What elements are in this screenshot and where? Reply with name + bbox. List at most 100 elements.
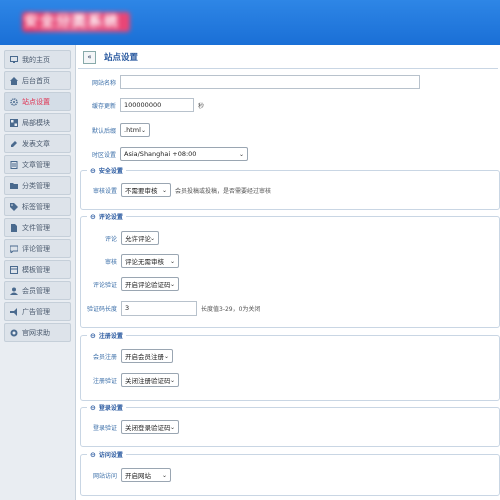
template-icon [9, 265, 18, 274]
title-divider [78, 68, 498, 69]
comment-label: 评论 [104, 235, 117, 243]
sidebar-item-label: 模板管理 [22, 265, 50, 274]
cache-input[interactable] [120, 98, 194, 112]
logo-text: 安全分类系统 [24, 14, 120, 30]
member-register-row: 会员注册 开启会员注册 ⌄ [79, 348, 173, 364]
comment-title-text: 评论设置 [98, 214, 123, 221]
access-section: ⊖ 访问设置 网站访问 开启网站 ⌄ [79, 450, 500, 496]
minus-circle-icon[interactable]: ⊖ [90, 167, 96, 175]
chevron-down-icon: ⌄ [161, 187, 167, 194]
site-name-input[interactable] [120, 75, 420, 89]
register-captcha-select[interactable]: 关闭注册验证码 ⌄ [121, 373, 179, 387]
page-header: « 站点设置 [78, 51, 498, 69]
audit-select[interactable]: 不需要审核 ⌄ [121, 183, 171, 197]
sidebar-item-label: 后台首页 [22, 76, 50, 85]
security-section-title: ⊖ 安全设置 [87, 166, 126, 175]
sidebar-item-label: 广告管理 [22, 307, 50, 316]
login-title-text: 登录设置 [98, 405, 123, 412]
sidebar-item-tag-management[interactable]: 标签管理 [4, 197, 71, 216]
sidebar-item-official-help[interactable]: 官网求助 [4, 323, 71, 342]
register-captcha-row: 注册验证 关闭注册验证码 ⌄ [79, 372, 179, 388]
suffix-label: 默认后缀 [91, 127, 116, 135]
captcha-length-row: 验证码长度 长度值3-29，0为关闭 [79, 300, 260, 316]
chevron-down-icon: ⌄ [169, 258, 175, 265]
comment-captcha-label: 评论验证 [92, 281, 117, 289]
sidebar-item-label: 站点设置 [22, 97, 50, 106]
comment-section-title: ⊖ 评论设置 [87, 212, 126, 221]
minus-circle-icon[interactable]: ⊖ [90, 451, 96, 459]
register-section: ⊖ 注册设置 会员注册 开启会员注册 ⌄ 注册验证 关闭注册验证码 ⌄ [79, 331, 500, 401]
sidebar-item-label: 官网求助 [22, 328, 50, 337]
sidebar-item-label: 局部模块 [22, 118, 50, 127]
document-icon [9, 160, 18, 169]
sidebar-item-label: 评论管理 [22, 244, 50, 253]
sidebar-item-file-management[interactable]: 文件管理 [4, 218, 71, 237]
sidebar-item-label: 文件管理 [22, 223, 50, 232]
sidebar-item-site-settings[interactable]: 站点设置 [4, 92, 71, 111]
ad-icon [9, 307, 18, 316]
register-section-title: ⊖ 注册设置 [87, 331, 126, 340]
chevron-down-icon: ⌄ [140, 127, 146, 134]
comment-audit-select[interactable]: 评论无需审核 ⌄ [121, 254, 179, 268]
suffix-row: 默认后缀 .html ⌄ [78, 122, 150, 138]
folder-icon [9, 181, 18, 190]
register-captcha-label: 注册验证 [92, 377, 117, 385]
minus-circle-icon[interactable]: ⊖ [90, 213, 96, 221]
comment-captcha-row: 评论验证 开启评论验证码 ⌄ [79, 276, 179, 292]
captcha-length-hint: 长度值3-29，0为关闭 [201, 305, 261, 313]
login-captcha-value: 关闭登录验证码 [125, 424, 171, 432]
captcha-length-input[interactable] [121, 300, 197, 316]
comment-select[interactable]: 允许评论 ⌄ [121, 231, 159, 245]
site-access-row: 网站访问 开启网站 ⌄ [79, 467, 171, 483]
timezone-row: 时区设置 Asia/Shanghai +08:00 ⌄ [78, 146, 248, 162]
suffix-select[interactable]: .html ⌄ [120, 123, 150, 137]
chevron-down-icon: ⌄ [238, 151, 244, 158]
minus-circle-icon[interactable]: ⊖ [90, 332, 96, 340]
sidebar-item-category-management[interactable]: 分类管理 [4, 176, 71, 195]
access-section-title: ⊖ 访问设置 [87, 450, 126, 459]
minus-circle-icon[interactable]: ⊖ [90, 404, 96, 412]
site-access-select[interactable]: 开启网站 ⌄ [121, 468, 171, 482]
sidebar-item-comment-management[interactable]: 评论管理 [4, 239, 71, 258]
site-name-row: 网站名称 [78, 74, 420, 90]
sidebar-item-my-home[interactable]: 我的主页 [4, 50, 71, 69]
login-captcha-select[interactable]: 关闭登录验证码 ⌄ [121, 420, 179, 434]
sidebar-item-label: 标签管理 [22, 202, 50, 211]
sidebar-item-post-article[interactable]: 发表文章 [4, 134, 71, 153]
comment-captcha-select[interactable]: 开启评论验证码 ⌄ [121, 277, 179, 291]
gear-icon [9, 97, 18, 106]
comment-audit-value: 评论无需审核 [125, 258, 164, 266]
users-icon [9, 286, 18, 295]
home-icon [9, 76, 18, 85]
sidebar-item-label: 发表文章 [22, 139, 50, 148]
sidebar-item-label: 我的主页 [22, 55, 50, 64]
security-title-text: 安全设置 [98, 168, 123, 175]
collapse-sidebar-button[interactable]: « [83, 51, 96, 64]
comment-audit-row: 审核 评论无需审核 ⌄ [79, 253, 179, 269]
login-captcha-label: 登录验证 [92, 424, 117, 432]
sidebar-item-article-management[interactable]: 文章管理 [4, 155, 71, 174]
timezone-select[interactable]: Asia/Shanghai +08:00 ⌄ [120, 147, 248, 161]
member-register-select[interactable]: 开启会员注册 ⌄ [121, 349, 173, 363]
sidebar-item-modules[interactable]: 局部模块 [4, 113, 71, 132]
login-section-title: ⊖ 登录设置 [87, 403, 126, 412]
sidebar-item-ad-management[interactable]: 广告管理 [4, 302, 71, 321]
monitor-icon [9, 55, 18, 64]
page-title: 站点设置 [104, 53, 139, 63]
comment-row: 评论 允许评论 ⌄ [79, 230, 159, 246]
grid-icon [9, 118, 18, 127]
sidebar-item-template-management[interactable]: 模板管理 [4, 260, 71, 279]
chevron-down-icon: ⌄ [163, 353, 169, 360]
audit-row: 审核设置 不需要审核 ⌄ 会员投稿或投稿，是否需要经过审核 [79, 182, 271, 198]
cache-row: 缓存更新 秒 [78, 97, 204, 113]
access-title-text: 访问设置 [98, 452, 123, 459]
sidebar-item-admin-home[interactable]: 后台首页 [4, 71, 71, 90]
sidebar-item-member-management[interactable]: 会员管理 [4, 281, 71, 300]
site-access-value: 开启网站 [125, 472, 151, 480]
comment-audit-label: 审核 [104, 258, 117, 266]
edit-icon [9, 139, 18, 148]
security-section: ⊖ 安全设置 审核设置 不需要审核 ⌄ 会员投稿或投稿，是否需要经过审核 [79, 166, 500, 210]
site-name-label: 网站名称 [91, 79, 116, 87]
site-access-label: 网站访问 [92, 472, 117, 480]
sidebar: 我的主页 后台首页 站点设置 局部模块 发表文章 文章管理 分类管理 标签管理 … [0, 45, 76, 500]
